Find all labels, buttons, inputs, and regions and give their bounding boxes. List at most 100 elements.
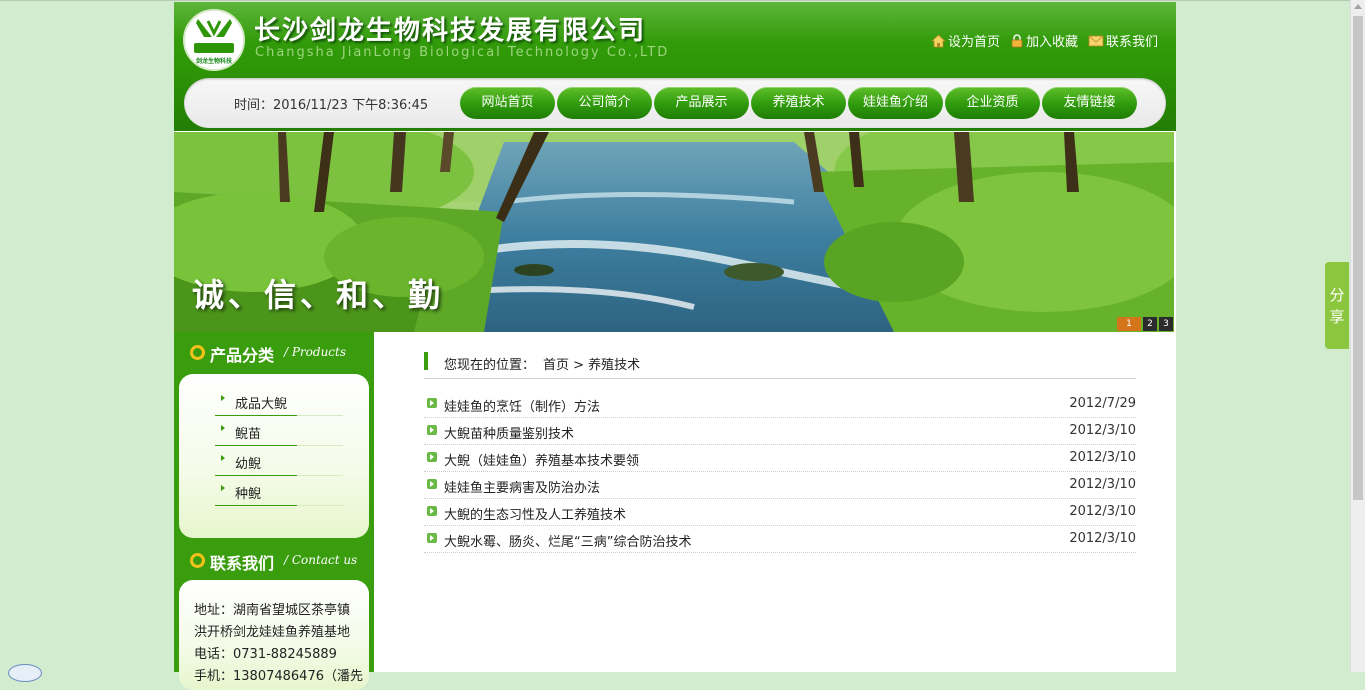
add-favorite-label: 加入收藏 xyxy=(1025,35,1078,50)
bullet-arrow-icon xyxy=(427,533,437,543)
article-row[interactable]: 娃娃鱼主要病害及防治办法 2012/3/10 xyxy=(424,472,1136,499)
nav-item-breeding-tech[interactable]: 养殖技术 xyxy=(751,87,846,119)
scroll-up-arrow-icon[interactable] xyxy=(1354,4,1362,9)
product-category-item[interactable]: 幼鲵 xyxy=(215,446,343,476)
company-name-en: Changsha JianLong Biological Technology … xyxy=(255,45,670,60)
arrow-right-icon xyxy=(221,485,225,491)
contact-title-cn: 联系我们 xyxy=(210,554,275,573)
product-category-item[interactable]: 种鲵 xyxy=(215,476,343,506)
lock-icon xyxy=(1011,33,1023,47)
home-icon xyxy=(930,33,946,47)
products-title-cn: 产品分类 xyxy=(210,346,275,365)
nav-item-salamander-intro[interactable]: 娃娃鱼介绍 xyxy=(848,87,943,119)
header-top-links: 设为首页 加入收藏 联系我们 xyxy=(930,31,1158,50)
article-date: 2012/3/10 xyxy=(1069,504,1136,519)
bullet-arrow-icon xyxy=(427,506,437,516)
product-category-label: 种鲵 xyxy=(235,487,262,502)
bullet-arrow-icon xyxy=(427,479,437,489)
product-category-label: 鲵苗 xyxy=(235,427,262,442)
arrow-right-icon xyxy=(221,425,225,431)
contact-info-box: 地址：湖南省望城区茶亭镇 洪开桥剑龙娃娃鱼养殖基地 电话：0731-882458… xyxy=(179,580,369,690)
article-title[interactable]: 大鲵水霉、肠炎、烂尾“三病”综合防治技术 xyxy=(444,531,691,550)
banner-slogan: 诚、信、和、勤 xyxy=(192,276,445,314)
products-category-box: 成品大鲵 鲵苗 幼鲵 种鲵 xyxy=(179,374,369,538)
hero-banner[interactable]: 诚、信、和、勤 1 2 3 xyxy=(174,132,1174,332)
nav-item-home[interactable]: 网站首页 xyxy=(460,87,555,119)
article-date: 2012/7/29 xyxy=(1069,396,1136,411)
article-title[interactable]: 大鲵的生态习性及人工养殖技术 xyxy=(444,504,626,523)
contact-section-title: 联系我们 / Contact us xyxy=(174,540,374,580)
article-date: 2012/3/10 xyxy=(1069,531,1136,546)
breadcrumb-marker xyxy=(424,352,428,370)
article-row[interactable]: 大鲵的生态习性及人工养殖技术 2012/3/10 xyxy=(424,499,1136,526)
breadcrumb: 您现在的位置： 首页 > 养殖技术 xyxy=(424,348,1136,379)
item-underline xyxy=(215,505,297,506)
slider-pagination: 1 2 3 xyxy=(1117,317,1173,331)
page-container: 剑龙生物科技 长沙剑龙生物科技发展有限公司 Changsha JianLong … xyxy=(174,2,1176,690)
slider-dot-3[interactable]: 3 xyxy=(1159,317,1173,331)
arrow-right-icon xyxy=(221,395,225,401)
products-title-en: / Products xyxy=(284,345,347,359)
window-top-border xyxy=(0,0,1365,1)
product-category-item[interactable]: 鲵苗 xyxy=(215,416,343,446)
article-title[interactable]: 大鲵（娃娃鱼）养殖基本技术要领 xyxy=(444,450,639,469)
bullet-arrow-icon xyxy=(427,452,437,462)
article-row[interactable]: 大鲵苗种质量鉴别技术 2012/3/10 xyxy=(424,418,1136,445)
main-navbar: 时间：2016/11/23 下午8:36:45 网站首页 公司简介 产品展示 养… xyxy=(184,78,1166,128)
contact-mobile: 手机：13807486476（潘先 xyxy=(194,669,363,684)
left-sidebar: 产品分类 / Products 成品大鲵 鲵苗 幼鲵 种鲵 联系我们 / Con… xyxy=(174,332,374,690)
article-title[interactable]: 娃娃鱼主要病害及防治办法 xyxy=(444,477,600,496)
share-side-tab[interactable]: 分 享 xyxy=(1325,262,1349,349)
products-section-title: 产品分类 / Products xyxy=(174,332,374,372)
nav-menu: 网站首页 公司简介 产品展示 养殖技术 娃娃鱼介绍 企业资质 友情链接 xyxy=(460,87,1137,119)
nav-item-friend-links[interactable]: 友情链接 xyxy=(1042,87,1137,119)
product-category-label: 幼鲵 xyxy=(235,457,262,472)
time-label: 时间： xyxy=(234,98,274,113)
main-content: 您现在的位置： 首页 > 养殖技术 娃娃鱼的烹饪（制作）方法 2012/7/29 大… xyxy=(424,348,1136,553)
logo-text: 剑龙生物科技 xyxy=(195,58,232,65)
nav-item-qualifications[interactable]: 企业资质 xyxy=(945,87,1040,119)
nav-item-products[interactable]: 产品展示 xyxy=(654,87,749,119)
company-logo[interactable]: 剑龙生物科技 xyxy=(183,9,245,71)
article-title[interactable]: 娃娃鱼的烹饪（制作）方法 xyxy=(444,396,600,415)
scrollbar-thumb[interactable] xyxy=(1353,16,1363,500)
add-favorite-link[interactable]: 加入收藏 xyxy=(1010,31,1078,50)
article-list: 娃娃鱼的烹饪（制作）方法 2012/7/29 大鲵苗种质量鉴别技术 2012/3/1… xyxy=(424,391,1136,553)
time-value: 2016/11/23 下午8:36:45 xyxy=(273,98,429,113)
contact-address-line1: 地址：湖南省望城区茶亭镇 xyxy=(194,603,351,618)
product-category-item[interactable]: 成品大鲵 xyxy=(215,386,343,416)
slider-dot-1[interactable]: 1 xyxy=(1117,317,1141,331)
article-date: 2012/3/10 xyxy=(1069,477,1136,492)
set-homepage-label: 设为首页 xyxy=(947,35,1000,50)
site-header: 剑龙生物科技 长沙剑龙生物科技发展有限公司 Changsha JianLong … xyxy=(174,2,1176,131)
title-bullet-icon xyxy=(190,553,205,568)
contact-us-link[interactable]: 联系我们 xyxy=(1088,31,1158,50)
company-name-cn: 长沙剑龙生物科技发展有限公司 xyxy=(254,16,647,46)
article-row[interactable]: 大鲵水霉、肠炎、烂尾“三病”综合防治技术 2012/3/10 xyxy=(424,526,1136,553)
contact-address-line2: 洪开桥剑龙娃娃鱼养殖基地 xyxy=(194,625,351,640)
article-row[interactable]: 娃娃鱼的烹饪（制作）方法 2012/7/29 xyxy=(424,391,1136,418)
article-date: 2012/3/10 xyxy=(1069,450,1136,465)
contact-us-label: 联系我们 xyxy=(1105,35,1158,50)
breadcrumb-path[interactable]: 首页 > 养殖技术 xyxy=(543,358,640,373)
article-date: 2012/3/10 xyxy=(1069,423,1136,438)
vertical-scrollbar[interactable] xyxy=(1350,0,1365,672)
bullet-arrow-icon xyxy=(427,398,437,408)
bullet-arrow-icon xyxy=(427,425,437,435)
share-label-2: 享 xyxy=(1329,308,1345,326)
contact-phone: 电话：0731-88245889 xyxy=(194,647,337,662)
slider-dot-2[interactable]: 2 xyxy=(1143,317,1157,331)
title-bullet-icon xyxy=(190,345,205,360)
product-category-list: 成品大鲵 鲵苗 幼鲵 种鲵 xyxy=(215,386,343,506)
contact-title-en: / Contact us xyxy=(284,553,358,567)
article-title[interactable]: 大鲵苗种质量鉴别技术 xyxy=(444,423,574,442)
logo-emblem-icon xyxy=(194,19,234,53)
arrow-right-icon xyxy=(221,455,225,461)
nav-item-about[interactable]: 公司简介 xyxy=(557,87,652,119)
set-homepage-link[interactable]: 设为首页 xyxy=(930,31,1000,50)
article-row[interactable]: 大鲵（娃娃鱼）养殖基本技术要领 2012/3/10 xyxy=(424,445,1136,472)
floating-corner-icon[interactable] xyxy=(8,664,42,682)
mail-icon xyxy=(1088,35,1104,46)
contact-info: 地址：湖南省望城区茶亭镇 洪开桥剑龙娃娃鱼养殖基地 电话：0731-882458… xyxy=(194,600,363,688)
share-label-1: 分 xyxy=(1329,286,1345,304)
